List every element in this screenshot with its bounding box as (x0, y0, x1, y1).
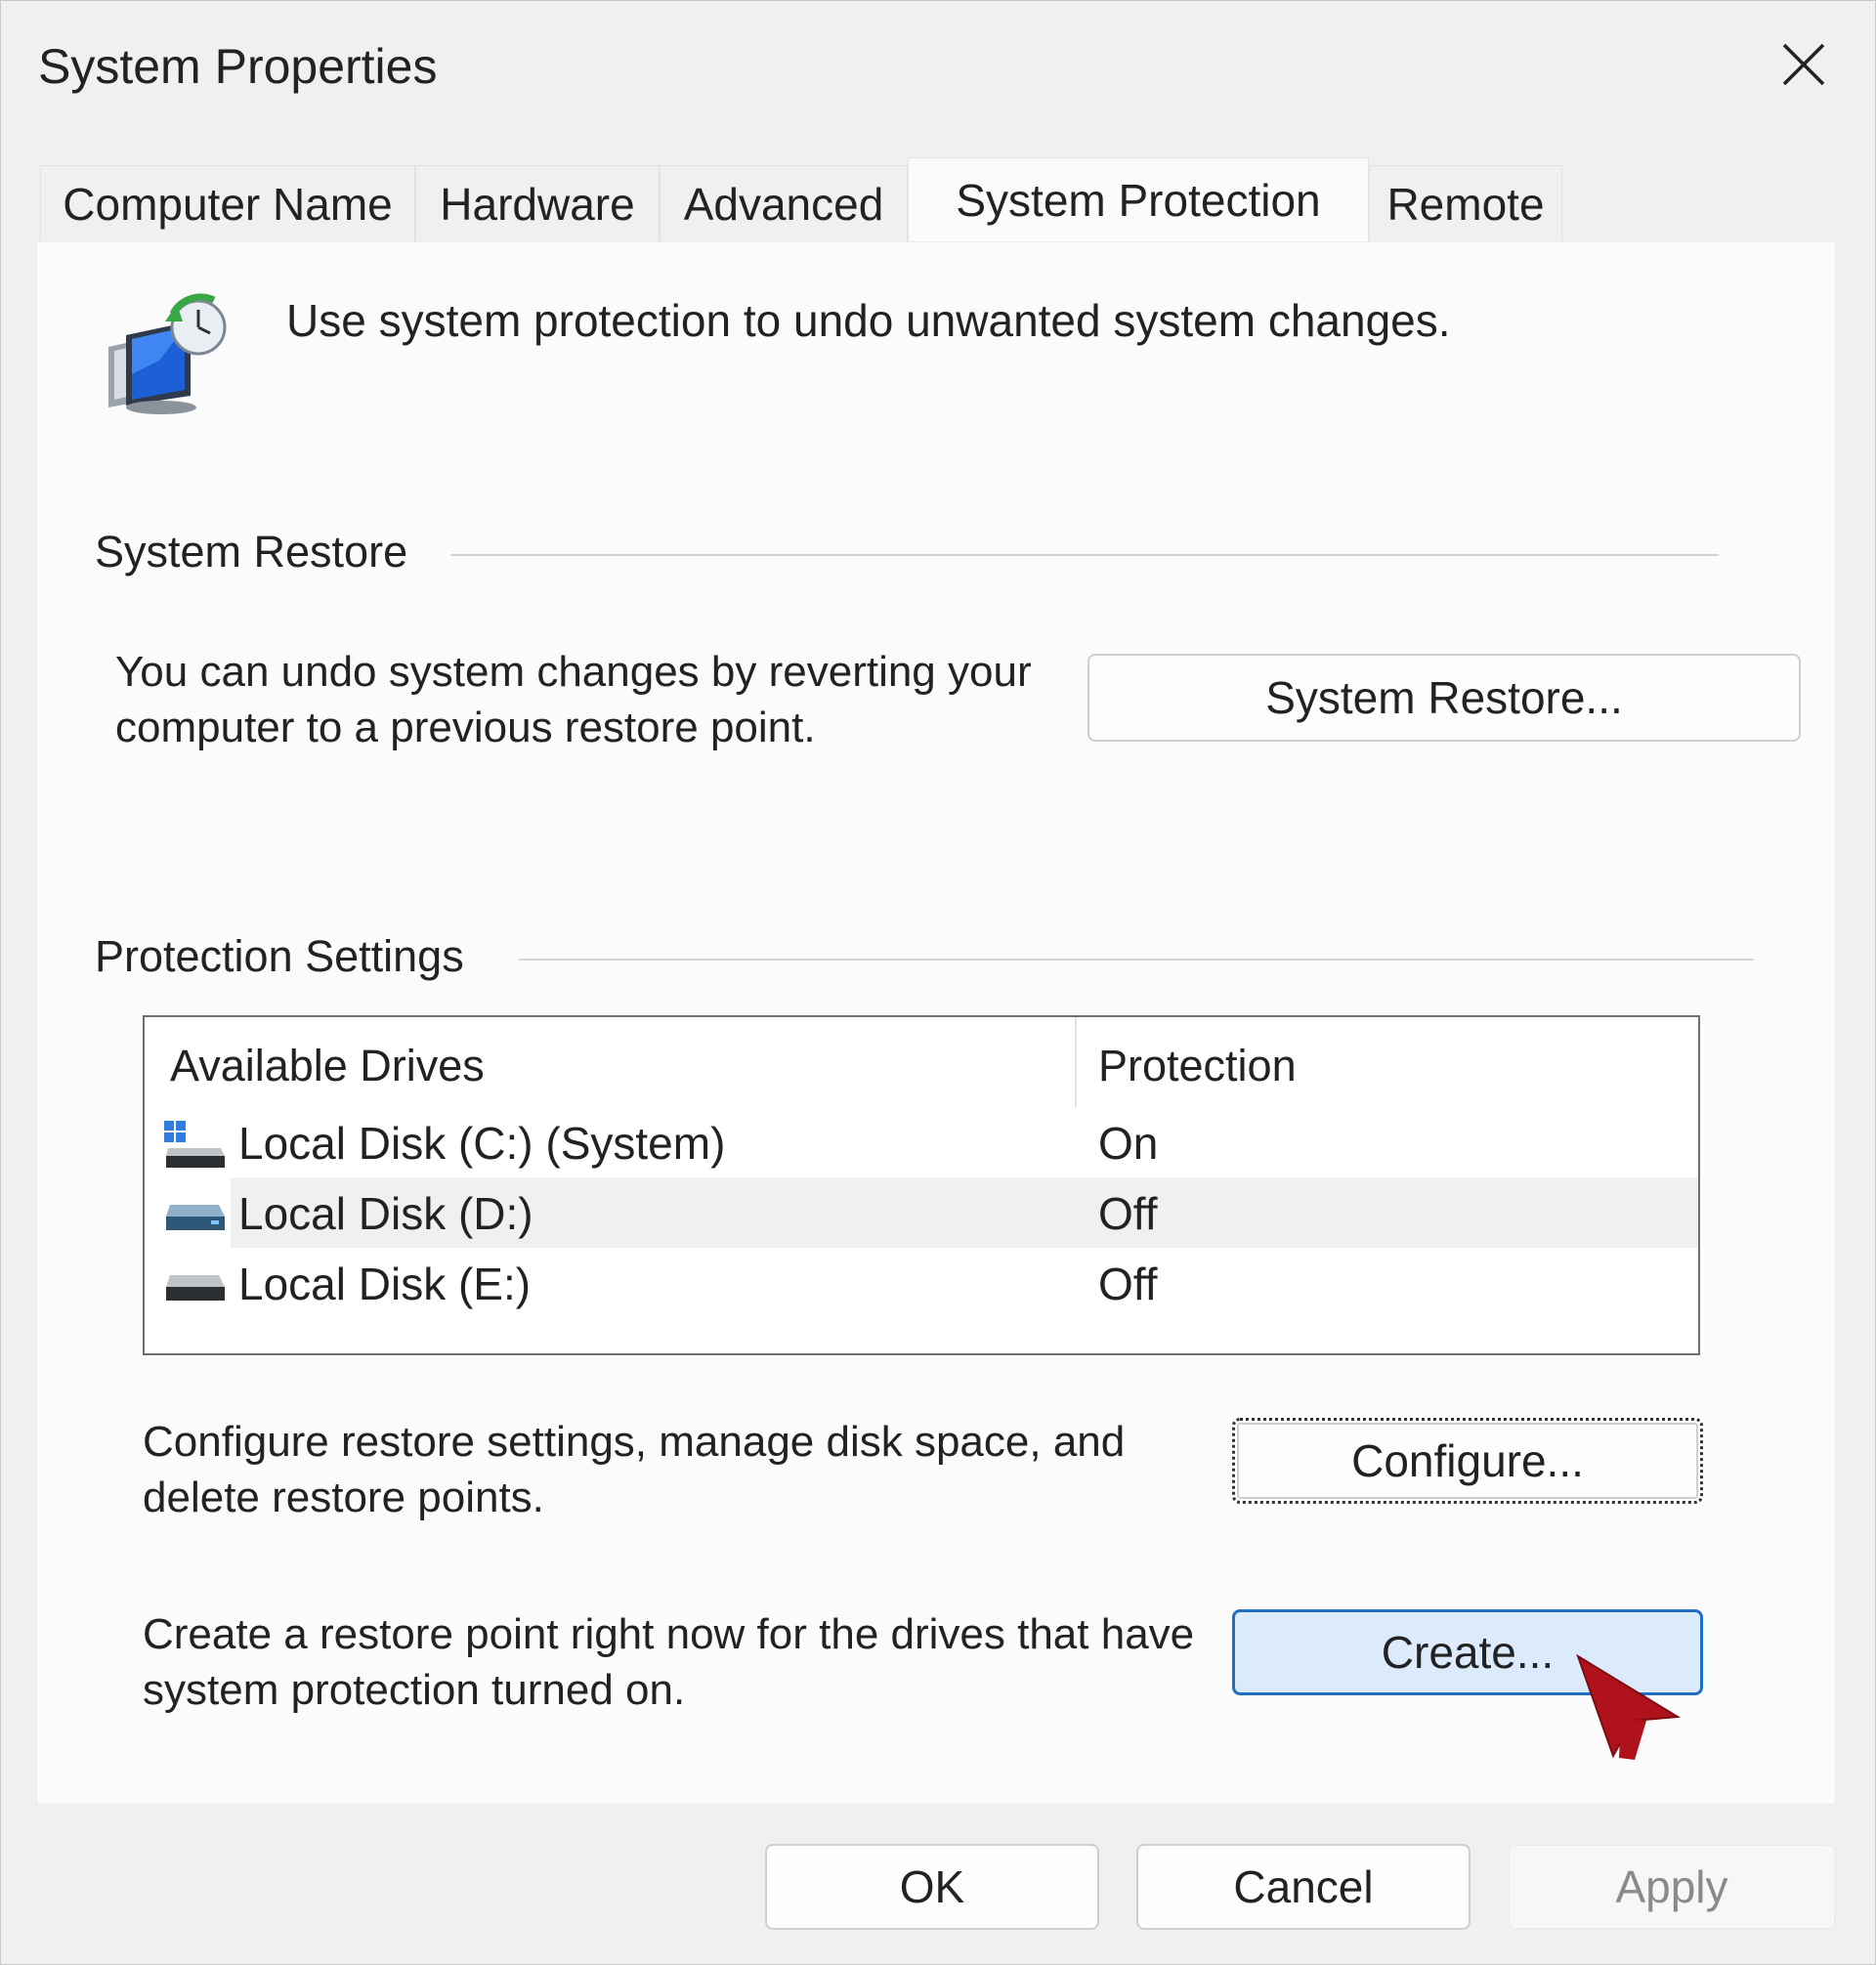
drive-protection-status: Off (1098, 1188, 1158, 1239)
intro-text: Use system protection to undo unwanted s… (286, 295, 1451, 346)
protection-settings-title: Protection Settings (95, 931, 464, 982)
cancel-button[interactable]: Cancel (1136, 1844, 1471, 1930)
column-header-protection[interactable]: Protection (1098, 1041, 1297, 1091)
system-restore-description: You can undo system changes by reverting… (115, 648, 1032, 751)
window-title: System Properties (38, 39, 438, 94)
tab-advanced[interactable]: Advanced (660, 165, 908, 241)
column-header-drives[interactable]: Available Drives (170, 1041, 485, 1091)
drive-protection-status: On (1098, 1118, 1159, 1169)
title-bar: System Properties (1, 1, 1876, 138)
close-button[interactable] (1769, 30, 1838, 99)
drive-icon (166, 1205, 225, 1230)
column-separator[interactable] (1075, 1017, 1077, 1107)
drives-list[interactable]: Available Drives Protection Local Disk (… (143, 1015, 1700, 1355)
tab-remote[interactable]: Remote (1369, 165, 1562, 241)
tab-computer-name[interactable]: Computer Name (40, 165, 415, 241)
system-drive-icon (164, 1121, 225, 1168)
drive-name: Local Disk (E:) (238, 1259, 532, 1309)
drive-protection-status: Off (1098, 1259, 1158, 1309)
system-protection-icon (108, 293, 227, 414)
ok-button[interactable]: OK (765, 1844, 1099, 1930)
list-header: Available Drives Protection (145, 1017, 1698, 1107)
drive-icon (166, 1275, 225, 1301)
protection-settings-divider (519, 959, 1754, 961)
tab-system-protection[interactable]: System Protection (908, 157, 1369, 241)
list-item-drive-e[interactable]: Local Disk (E:) Off (145, 1248, 1698, 1318)
drive-name: Local Disk (D:) (238, 1188, 533, 1239)
system-restore-title: System Restore (95, 527, 408, 577)
tab-hardware[interactable]: Hardware (415, 165, 660, 241)
mouse-cursor-icon (1576, 1653, 1682, 1760)
create-description: Create a restore point right now for the… (143, 1610, 1195, 1714)
system-restore-divider (450, 554, 1719, 556)
configure-description: Configure restore settings, manage disk … (143, 1418, 1126, 1521)
apply-button[interactable]: Apply (1508, 1844, 1836, 1930)
system-restore-button[interactable]: System Restore... (1087, 654, 1801, 742)
list-item-drive-c[interactable]: Local Disk (C:) (System) On (145, 1107, 1698, 1177)
system-properties-window: System Properties Computer Name Hardware… (0, 0, 1876, 1965)
close-icon (1782, 43, 1825, 86)
list-item-drive-d[interactable]: Local Disk (D:) Off (145, 1177, 1698, 1248)
drive-name: Local Disk (C:) (System) (238, 1118, 726, 1169)
configure-button[interactable]: Configure... (1232, 1418, 1703, 1504)
